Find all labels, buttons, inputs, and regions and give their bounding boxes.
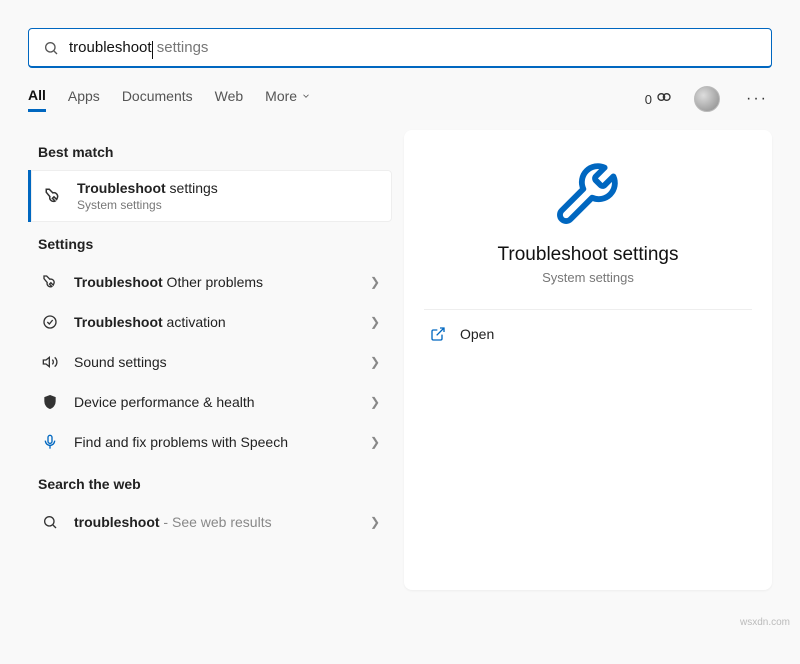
result-label: Device performance & health (74, 394, 356, 410)
medal-icon (656, 91, 672, 107)
tab-web[interactable]: Web (215, 88, 244, 110)
chevron-right-icon: ❯ (370, 315, 380, 329)
rewards-counter[interactable]: 0 (645, 91, 672, 107)
section-settings: Settings (38, 236, 392, 252)
chevron-right-icon: ❯ (370, 275, 380, 289)
search-autocomplete-text: settings (153, 39, 209, 56)
result-label: troubleshoot - See web results (74, 514, 356, 530)
wrench-icon (40, 272, 60, 292)
preview-wrench-icon (404, 158, 772, 228)
chevron-right-icon: ❯ (370, 355, 380, 369)
search-icon (40, 512, 60, 532)
best-match-result[interactable]: Troubleshoot settings System settings (28, 170, 392, 222)
microphone-icon (40, 432, 60, 452)
results-column: Best match Troubleshoot settings System … (28, 130, 392, 590)
speaker-icon (40, 352, 60, 372)
watermark: wsxdn.com (740, 617, 790, 628)
result-label: Find and fix problems with Speech (74, 434, 356, 450)
user-avatar[interactable] (694, 86, 720, 112)
open-label: Open (460, 326, 494, 342)
shield-icon (40, 392, 60, 412)
settings-item-troubleshoot-other[interactable]: Troubleshoot Other problems ❯ (28, 262, 392, 302)
preview-title: Troubleshoot settings (404, 244, 772, 266)
search-icon (43, 40, 59, 56)
web-result[interactable]: troubleshoot - See web results ❯ (28, 502, 392, 542)
preview-pane: Troubleshoot settings System settings Op… (404, 130, 772, 590)
chevron-right-icon: ❯ (370, 435, 380, 449)
section-search-web: Search the web (38, 476, 392, 492)
result-label: Troubleshoot activation (74, 314, 356, 330)
tab-more[interactable]: More (265, 88, 311, 110)
settings-item-troubleshoot-activation[interactable]: Troubleshoot activation ❯ (28, 302, 392, 342)
chevron-right-icon: ❯ (370, 515, 380, 529)
search-input[interactable]: troubleshoot settings (69, 39, 208, 56)
tab-apps[interactable]: Apps (68, 88, 100, 110)
filter-tabs: All Apps Documents Web More 0 ··· (28, 86, 772, 112)
settings-item-sound[interactable]: Sound settings ❯ (28, 342, 392, 382)
more-options-button[interactable]: ··· (742, 90, 772, 108)
settings-item-device-health[interactable]: Device performance & health ❯ (28, 382, 392, 422)
search-typed-text: troubleshoot (69, 39, 152, 56)
open-action[interactable]: Open (404, 310, 772, 358)
section-best-match: Best match (38, 144, 392, 160)
result-label: Troubleshoot Other problems (74, 274, 356, 290)
open-external-icon (430, 326, 446, 342)
best-match-text: Troubleshoot settings System settings (77, 180, 380, 212)
chevron-down-icon (301, 91, 311, 101)
preview-subtitle: System settings (404, 270, 772, 285)
tab-all[interactable]: All (28, 87, 46, 112)
wrench-icon (43, 186, 63, 206)
result-label: Sound settings (74, 354, 356, 370)
settings-item-speech[interactable]: Find and fix problems with Speech ❯ (28, 422, 392, 462)
tab-documents[interactable]: Documents (122, 88, 193, 110)
rewards-count: 0 (645, 92, 652, 107)
chevron-right-icon: ❯ (370, 395, 380, 409)
check-circle-icon (40, 312, 60, 332)
search-bar[interactable]: troubleshoot settings (28, 28, 772, 68)
tab-more-label: More (265, 88, 297, 104)
